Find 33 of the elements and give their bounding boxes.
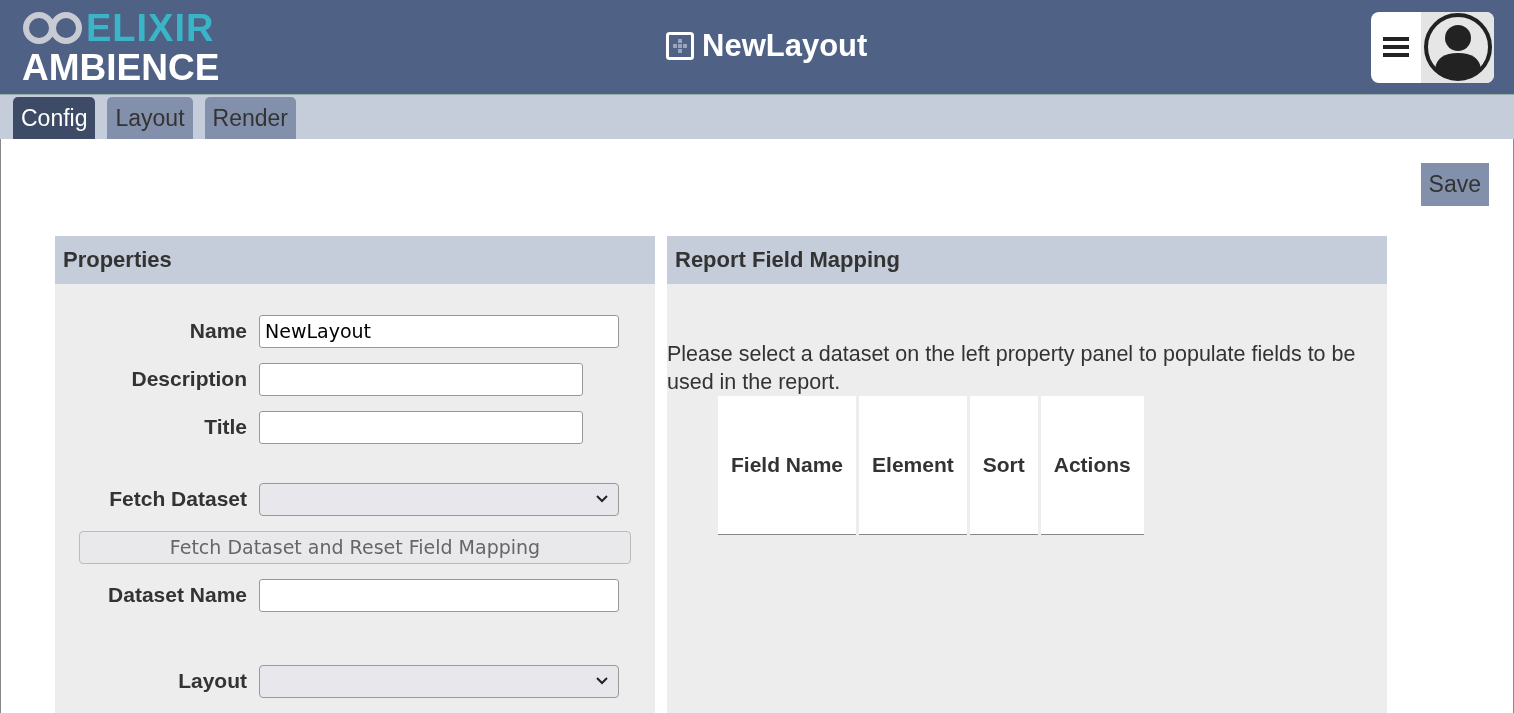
save-button[interactable]: Save [1420, 163, 1489, 206]
logo-text: AMBIENCE [22, 48, 220, 86]
tab[interactable]: Layout [107, 97, 193, 139]
user-avatar-icon[interactable] [1422, 12, 1493, 82]
field-label: Dataset Name [107, 583, 247, 607]
field-label: Fetch Dataset [108, 487, 247, 511]
column-header: Sort [969, 396, 1038, 535]
panel-title: Report Field Mapping [675, 247, 900, 273]
instruction-text: Please select a dataset on the left property panel to populate fields to be used in the report. [667, 341, 1357, 396]
dropdown-field[interactable] [259, 482, 619, 516]
field-label: Description [130, 367, 247, 391]
dropdown-field[interactable] [259, 664, 619, 698]
text-field[interactable] [259, 578, 619, 612]
tab[interactable]: Config [13, 97, 96, 139]
text-field[interactable]: NewLayout [259, 314, 619, 348]
menu-icon[interactable] [1383, 36, 1409, 58]
column-header: Field Name [718, 396, 857, 535]
panel-title: Properties [63, 247, 172, 273]
layout-title: NewLayout [702, 28, 868, 64]
chevron-down-icon [596, 677, 608, 685]
interlocking-rings-icon [22, 10, 84, 45]
grid-icon [666, 32, 694, 60]
field-label: Layout [177, 669, 247, 693]
column-header: Actions [1040, 396, 1144, 535]
chevron-down-icon [596, 495, 608, 503]
user-menu-button[interactable] [1371, 11, 1494, 83]
field-label: Name [188, 319, 247, 343]
tab[interactable]: Render [204, 97, 296, 139]
text-field[interactable] [259, 362, 583, 396]
field-label: Title [203, 415, 247, 439]
text-field[interactable] [259, 410, 583, 444]
logo-text: ELIXIR [86, 8, 215, 47]
column-header: Element [859, 396, 967, 535]
